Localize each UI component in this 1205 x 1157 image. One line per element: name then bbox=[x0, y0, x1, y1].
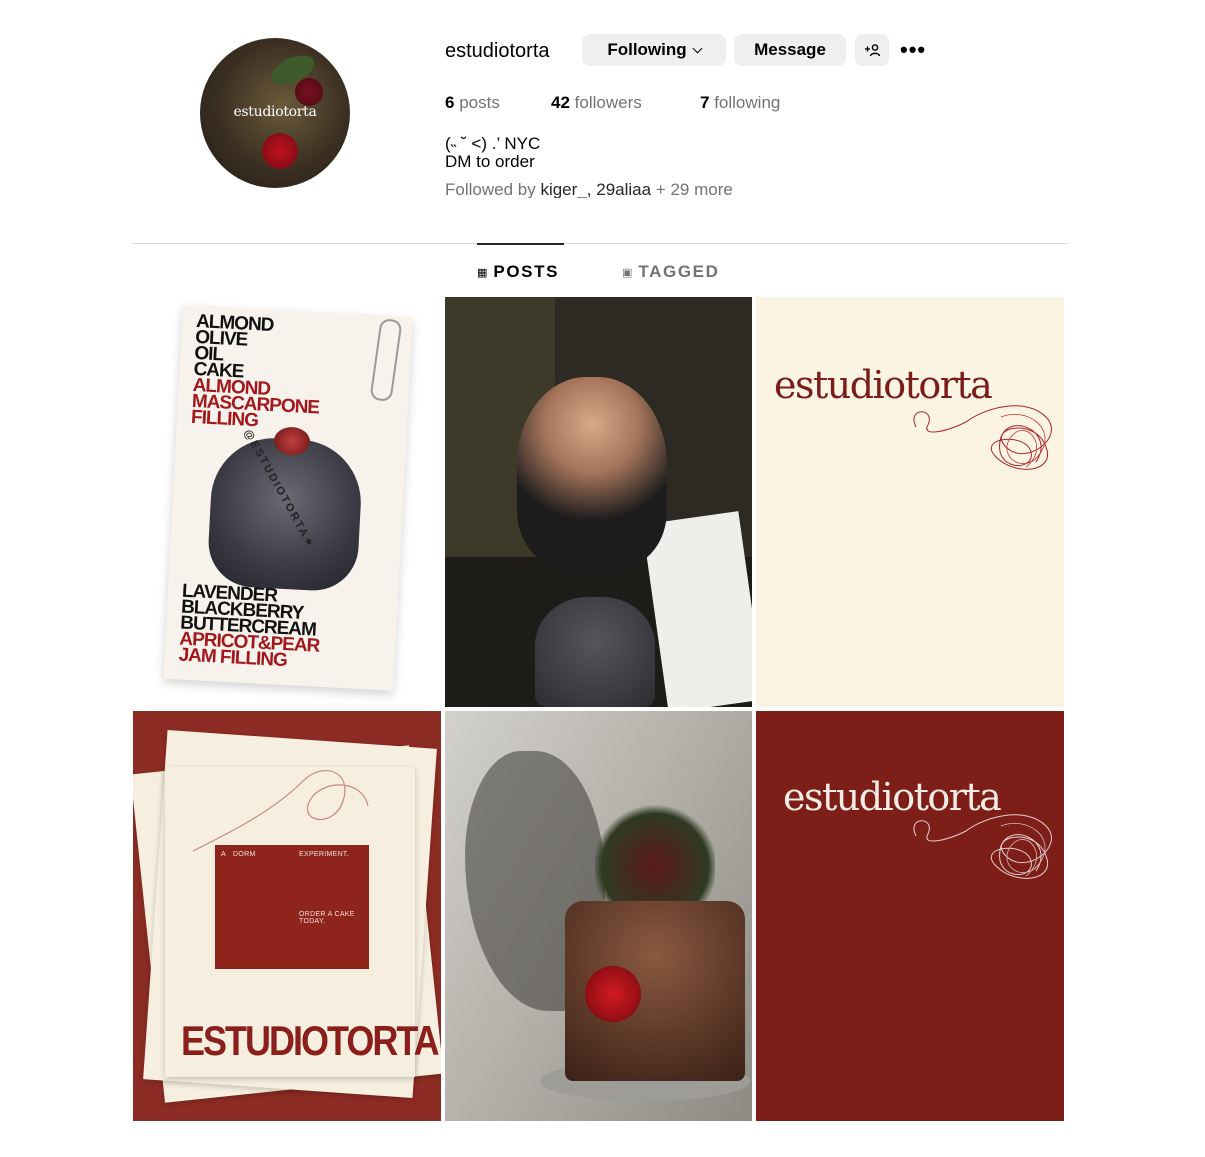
following-button-label: Following bbox=[607, 40, 687, 59]
flyer-text-a: A bbox=[221, 851, 226, 858]
scribble-graphic bbox=[913, 814, 1052, 879]
avatar-rose bbox=[262, 133, 298, 169]
photo-cake bbox=[535, 597, 655, 707]
avatar-wordmark: estudiotorta bbox=[233, 104, 317, 120]
post-2[interactable] bbox=[445, 297, 752, 707]
bio-line-1: (˵ ˘ ˂) .’ NYC bbox=[445, 134, 541, 153]
active-tab-indicator bbox=[477, 243, 564, 245]
tab-posts[interactable]: ▦ POSTS bbox=[477, 262, 559, 282]
add-user-button[interactable] bbox=[855, 34, 889, 66]
tab-posts-label: POSTS bbox=[493, 262, 560, 281]
tagged-icon: ▣ bbox=[622, 266, 633, 279]
post-5[interactable] bbox=[445, 711, 752, 1121]
avatar-flower bbox=[295, 78, 323, 106]
following-count: 7 bbox=[700, 93, 710, 112]
message-button[interactable]: Message bbox=[734, 34, 846, 66]
followers-count: 42 bbox=[551, 93, 570, 112]
chevron-down-icon bbox=[692, 43, 703, 53]
red-flyer: A DORM EXPERIMENT. ORDER A CAKE TODAY. bbox=[215, 845, 369, 969]
followed-by[interactable]: Followed by kiger_, 29aliaa + 29 more bbox=[445, 180, 733, 198]
more-options-icon[interactable]: ••• bbox=[900, 38, 926, 62]
followed-by-separator: , bbox=[586, 180, 592, 198]
posts-count: 6 bbox=[445, 93, 455, 112]
posts-label: posts bbox=[459, 93, 500, 112]
post-brand-text: ESTUDIOTORTA bbox=[181, 1017, 440, 1065]
card-bottom-text: LAVENDER BLACKBERRY BUTTERCREAM APRICOT&… bbox=[178, 581, 322, 672]
photo-rose bbox=[585, 966, 641, 1022]
flyer-text-experiment: EXPERIMENT. bbox=[299, 851, 349, 858]
profile-avatar[interactable]: estudiotorta bbox=[200, 38, 350, 188]
tabs-divider bbox=[133, 243, 1068, 244]
followed-by-more: + 29 more bbox=[655, 180, 733, 198]
photo-person bbox=[517, 377, 667, 567]
card-top-text: ALMOND OLIVE OIL CAKE ALMOND MASCARPONE … bbox=[191, 311, 324, 433]
tab-tagged-label: TAGGED bbox=[638, 262, 720, 281]
post-4[interactable]: A DORM EXPERIMENT. ORDER A CAKE TODAY. E… bbox=[133, 711, 441, 1121]
bio-line-2: DM to order bbox=[445, 152, 535, 171]
stat-posts: 6 posts bbox=[445, 93, 500, 113]
following-label: following bbox=[714, 93, 781, 112]
add-user-icon bbox=[865, 44, 880, 57]
followed-by-prefix: Followed by bbox=[445, 180, 536, 198]
flyer-text-order: ORDER A CAKE TODAY. bbox=[299, 911, 355, 925]
tab-tagged[interactable]: ▣ TAGGED bbox=[622, 262, 719, 282]
stat-following[interactable]: 7 following bbox=[700, 93, 780, 113]
followed-by-user-1[interactable]: kiger_ bbox=[540, 180, 586, 198]
followers-label: followers bbox=[574, 93, 642, 112]
post-3[interactable]: estudiotorta bbox=[756, 297, 1064, 707]
grid-icon: ▦ bbox=[477, 266, 488, 279]
profile-username: estudiotorta bbox=[445, 40, 550, 62]
flyer-text-dorm: DORM bbox=[233, 851, 256, 858]
stat-followers[interactable]: 42 followers bbox=[551, 93, 642, 113]
message-button-label: Message bbox=[754, 40, 826, 59]
followed-by-user-2[interactable]: 29aliaa bbox=[596, 180, 651, 198]
photo-flowers bbox=[595, 801, 715, 911]
post-1[interactable]: ALMOND OLIVE OIL CAKE ALMOND MASCARPONE … bbox=[133, 297, 441, 707]
post-6[interactable]: estudiotorta bbox=[756, 711, 1064, 1121]
scribble-graphic bbox=[913, 405, 1052, 470]
following-button[interactable]: Following bbox=[582, 34, 726, 66]
